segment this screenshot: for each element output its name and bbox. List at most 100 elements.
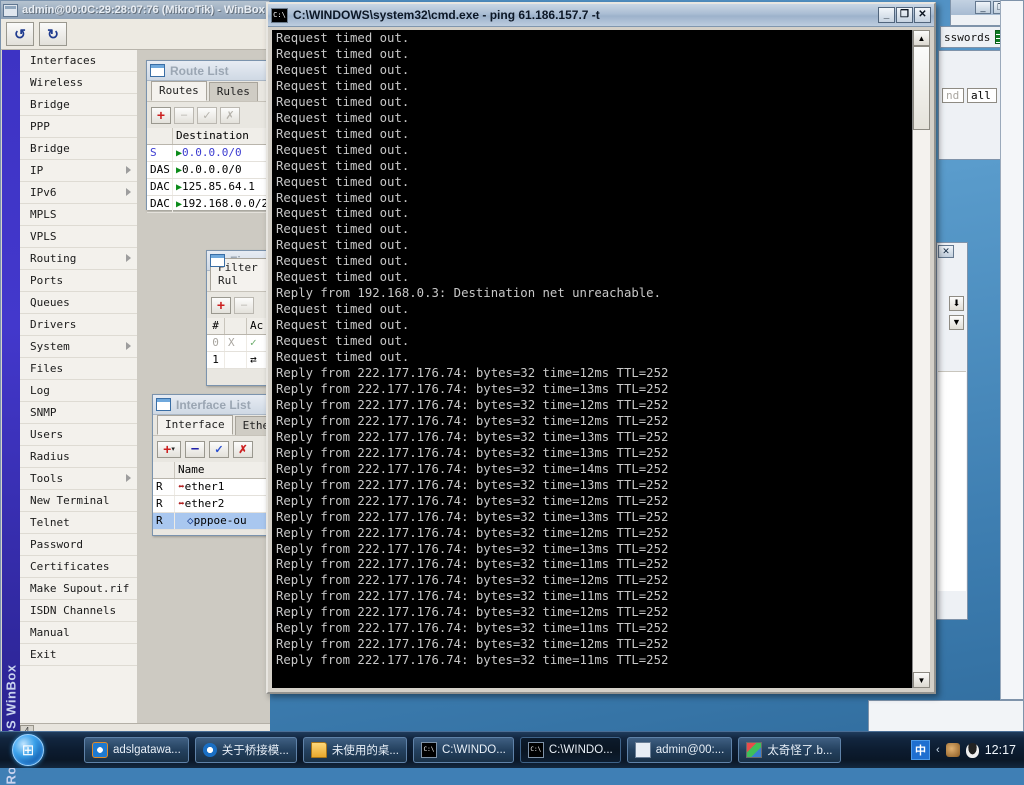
disable-button[interactable]: ✗	[233, 440, 253, 458]
scroll-up-icon[interactable]: ▲	[913, 30, 930, 46]
sidebar-item-mpls[interactable]: MPLS	[20, 204, 137, 226]
sidebar-item-password[interactable]: Password	[20, 534, 137, 556]
sidebar-item-bridge[interactable]: Bridge	[20, 138, 137, 160]
sidebar-item-ip[interactable]: IP	[20, 160, 137, 182]
penguin-icon[interactable]	[965, 742, 979, 758]
winbox-main-menu[interactable]: Interfaces Wireless Bridge PPP Bridge IP IPv6 M…	[20, 50, 138, 738]
lower-dropdown-icon[interactable]: ▼	[949, 315, 964, 330]
background-window-lower[interactable]: ✕ ⬇ ▼	[936, 242, 968, 620]
table-row[interactable]: R ◇pppoe-ou	[153, 513, 269, 530]
sidebar-item-interfaces[interactable]: Interfaces	[20, 50, 137, 72]
sidebar-item-exit[interactable]: Exit	[20, 644, 137, 666]
sidebar-item-ppp[interactable]: PPP	[20, 116, 137, 138]
sidebar-item-ports[interactable]: Ports	[20, 270, 137, 292]
tab-rules[interactable]: Rules	[208, 82, 258, 101]
sidebar-item-radius[interactable]: Radius	[20, 446, 137, 468]
sidebar-item-snmp[interactable]: SNMP	[20, 402, 137, 424]
tab-interface[interactable]: Interface	[157, 415, 233, 435]
scroll-track[interactable]	[913, 46, 930, 672]
table-row[interactable]: 0 X ✓	[207, 335, 269, 352]
sidebar-item-routing[interactable]: Routing	[20, 248, 137, 270]
route-list-tabs[interactable]: Routes Rules	[147, 81, 269, 101]
cmd-titlebar[interactable]: C:\ C:\WINDOWS\system32\cmd.exe - ping 6…	[268, 4, 934, 27]
route-list-grid[interactable]: Destination S ▶0.0.0.0/0 DAS ▶0.0.0.0/0 …	[147, 128, 269, 213]
undo-button[interactable]: ↺	[6, 22, 34, 46]
firewall-grid[interactable]: # Ac 0 X ✓ 1 ⇄	[207, 318, 269, 369]
interface-list-tabs[interactable]: Interface Ethern	[153, 415, 291, 435]
interface-list-grid[interactable]: Name R ⬌ether1 R ⬌ether2 R ◇pppoe-ou	[153, 462, 269, 530]
taskbar-item-winbox[interactable]: admin@00:...	[626, 737, 733, 763]
add-button[interactable]: + ▾	[157, 440, 181, 458]
sidebar-item-system[interactable]: System	[20, 336, 137, 358]
remove-button[interactable]: –	[234, 296, 254, 314]
lower-window-list[interactable]	[938, 371, 966, 591]
cmd-vertical-scrollbar[interactable]: ▲ ▼	[912, 30, 930, 688]
taskbar-item-adslgateway[interactable]: adslgatawa...	[84, 737, 189, 763]
minimize-button[interactable]: _	[878, 7, 895, 23]
taskbar-item-folder[interactable]: 未使用的桌...	[302, 737, 407, 763]
sidebar-item-wireless[interactable]: Wireless	[20, 72, 137, 94]
sidebar-item-manual[interactable]: Manual	[20, 622, 137, 644]
sidebar-item-telnet[interactable]: Telnet	[20, 512, 137, 534]
background-window-bottom-right[interactable]	[868, 700, 1024, 734]
table-row[interactable]: S ▶0.0.0.0/0	[147, 145, 269, 162]
interface-list-window[interactable]: Interface List Interface Ethern + ▾ – ✓ ✗…	[152, 394, 291, 536]
redo-button[interactable]: ↻	[39, 22, 67, 46]
sidebar-item-make-supout-rif[interactable]: Make Supout.rif	[20, 578, 137, 600]
start-button[interactable]: ⊞	[2, 733, 54, 767]
scope-field[interactable]: all	[967, 88, 997, 103]
enable-button[interactable]: ✓	[209, 440, 229, 458]
add-button[interactable]: +	[151, 106, 171, 124]
winbox-titlebar[interactable]: admin@00:0C:29:28:07:76 (MikroTik) - Win…	[1, 1, 269, 19]
close-button[interactable]: ✕	[914, 7, 931, 23]
remove-button[interactable]: –	[174, 106, 194, 124]
table-row[interactable]: DAC ▶125.85.64.1	[147, 179, 269, 196]
tab-routes[interactable]: Routes	[151, 81, 207, 101]
sidebar-item-ipv6[interactable]: IPv6	[20, 182, 137, 204]
table-row[interactable]: 1 ⇄	[207, 352, 269, 369]
table-row[interactable]: R ⬌ether2	[153, 496, 269, 513]
firewall-tabs[interactable]: Filter Rul	[207, 258, 269, 291]
close-icon[interactable]: ✕	[938, 245, 954, 258]
cmd-console[interactable]: Request timed out. Request timed out. Requ…	[272, 30, 930, 688]
sidebar-item-bridge[interactable]: Bridge	[20, 94, 137, 116]
taskbar-item-cmd-1[interactable]: C:\ C:\WINDO...	[412, 737, 514, 763]
sidebar-item-isdn-channels[interactable]: ISDN Channels	[20, 600, 137, 622]
lower-spin-icon[interactable]: ⬇	[949, 296, 964, 311]
find-field[interactable]: nd	[942, 88, 964, 103]
firewall-window[interactable]: Firewall Filter Rul + – # Ac 0 X ✓ 1 ⇄	[206, 250, 275, 386]
disable-button[interactable]: ✗	[220, 106, 240, 124]
route-list-titlebar[interactable]: Route List	[147, 61, 269, 81]
minimize-button[interactable]: _	[975, 0, 991, 14]
sidebar-item-tools[interactable]: Tools	[20, 468, 137, 490]
taskbar-item-bridge-doc[interactable]: 关于桥接模...	[194, 737, 297, 763]
interface-list-titlebar[interactable]: Interface List	[153, 395, 269, 415]
cmd-window[interactable]: C:\ C:\WINDOWS\system32\cmd.exe - ping 6…	[266, 2, 936, 694]
enable-button[interactable]: ✓	[197, 106, 217, 124]
network-icon[interactable]	[945, 743, 960, 757]
sidebar-item-users[interactable]: Users	[20, 424, 137, 446]
firewall-toolbar: + –	[207, 291, 269, 318]
sidebar-item-certificates[interactable]: Certificates	[20, 556, 137, 578]
sidebar-item-files[interactable]: Files	[20, 358, 137, 380]
scroll-thumb[interactable]	[913, 46, 930, 130]
add-button[interactable]: +	[211, 296, 231, 314]
remove-button[interactable]: –	[185, 440, 205, 458]
sidebar-item-drivers[interactable]: Drivers	[20, 314, 137, 336]
maximize-button[interactable]: ❐	[896, 7, 913, 23]
clock[interactable]: 12:17	[985, 743, 1016, 757]
sidebar-item-vpls[interactable]: VPLS	[20, 226, 137, 248]
taskbar-item-paint[interactable]: 太奇怪了.b...	[738, 737, 841, 763]
sidebar-item-log[interactable]: Log	[20, 380, 137, 402]
route-list-window[interactable]: Route List Routes Rules + – ✓ ✗ Destinat…	[146, 60, 270, 213]
sidebar-item-queues[interactable]: Queues	[20, 292, 137, 314]
chevron-left-icon[interactable]: ‹	[936, 744, 940, 756]
scroll-down-icon[interactable]: ▼	[913, 672, 930, 688]
console-line: Reply from 222.177.176.74: bytes=32 time…	[276, 381, 669, 396]
table-row[interactable]: DAC ▶192.168.0.0/2	[147, 196, 269, 213]
ime-indicator[interactable]: 中	[911, 740, 931, 760]
table-row[interactable]: R ⬌ether1	[153, 479, 269, 496]
table-row[interactable]: DAS ▶0.0.0.0/0	[147, 162, 269, 179]
sidebar-item-new-terminal[interactable]: New Terminal	[20, 490, 137, 512]
taskbar-item-cmd-2[interactable]: C:\ C:\WINDO...	[519, 737, 621, 763]
